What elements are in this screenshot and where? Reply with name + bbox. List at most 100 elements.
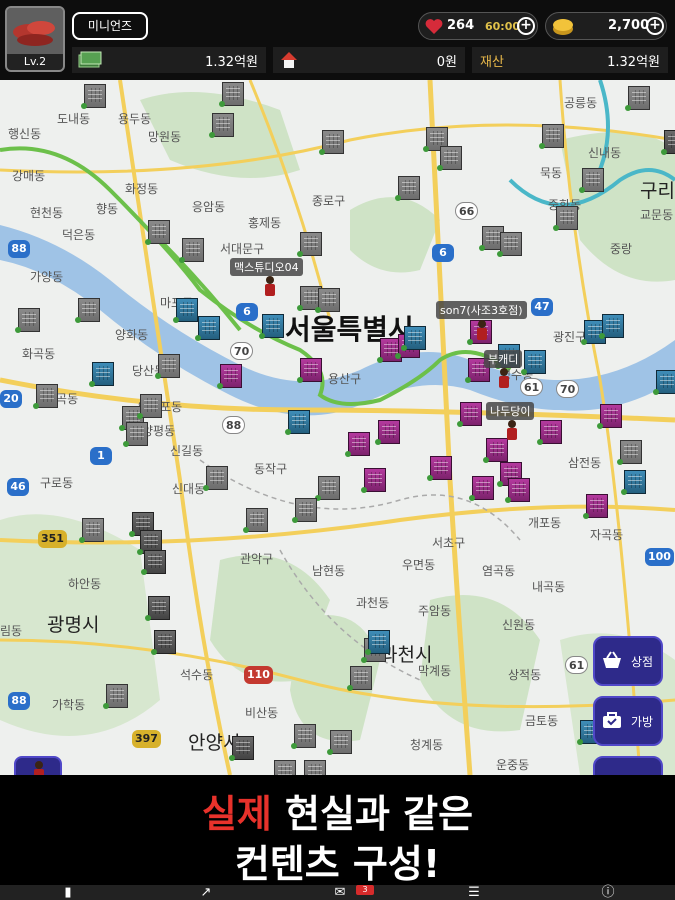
building-marker[interactable] [304,760,326,775]
building-marker[interactable] [15,308,40,333]
building-marker[interactable] [315,476,340,501]
building-marker[interactable] [145,596,170,621]
building-marker[interactable] [151,630,176,655]
promo-line-1-text: 현실과 같은 [271,792,474,836]
building-marker[interactable] [327,730,352,755]
building-marker-owned[interactable] [297,358,322,383]
building-marker[interactable] [437,146,462,171]
building-marker[interactable] [625,86,650,111]
building-marker-rival[interactable] [365,630,390,655]
map-pin-icon[interactable]: ▮ [58,885,78,900]
building-marker[interactable] [33,384,58,409]
building-marker[interactable] [79,518,104,543]
building-marker[interactable] [617,440,642,465]
building-marker-owned[interactable] [217,364,242,389]
building-marker-rival[interactable] [285,410,310,435]
building-marker[interactable] [661,130,675,155]
player-character-icon[interactable] [264,276,276,296]
map-label: 공릉동 [564,96,598,110]
building-marker[interactable] [203,466,228,491]
building-marker[interactable] [81,84,106,109]
map-label: 비산동 [245,706,279,720]
building-marker-rival[interactable] [599,314,624,339]
property-stat: 0원 [273,47,465,73]
route-badge: 61 [520,378,544,396]
route-badge: 1 [90,447,112,465]
building-marker-rival[interactable] [653,370,675,395]
route-badge: 6 [236,303,258,321]
avatar-image-icon [7,8,63,56]
map-label: 운중동 [496,758,530,772]
building-marker-owned[interactable] [345,432,370,457]
building-marker[interactable] [243,508,268,533]
city-map[interactable]: 도내동 용두동 공릉동 행신동 망원동 신내동 강매동 화정동 묵동 현천동 향… [0,80,675,775]
mail-icon[interactable]: ✉ [330,885,350,900]
building-marker-rival[interactable] [401,326,426,351]
building-marker[interactable] [291,724,316,749]
building-marker[interactable] [579,168,604,193]
building-marker-owned[interactable] [427,456,452,481]
building-marker[interactable] [347,666,372,691]
hearts-count: 264 [447,18,475,33]
shop-button[interactable]: 상점 [593,636,663,686]
building-marker[interactable] [315,288,340,313]
my-location-button[interactable] [14,756,62,775]
building-marker[interactable] [219,82,244,107]
player-name[interactable]: 미니언즈 [72,12,148,40]
player-character-icon[interactable] [498,368,510,388]
info-icon[interactable]: ⓘ [598,885,618,900]
building-marker-owned[interactable] [597,404,622,429]
building-marker-owned[interactable] [469,476,494,501]
promo-line-2: 컨텐츠 구성! [234,842,441,886]
building-marker[interactable] [155,354,180,379]
building-marker[interactable] [75,298,100,323]
building-marker-rival[interactable] [89,362,114,387]
player-avatar[interactable]: Lv.2 [5,6,65,72]
assets-stat: 재산 1.32억원 [472,47,668,73]
building-marker[interactable] [539,124,564,149]
building-marker[interactable] [145,220,170,245]
building-marker-rival[interactable] [259,314,284,339]
building-marker-rival[interactable] [621,470,646,495]
building-marker[interactable] [497,232,522,257]
building-marker[interactable] [319,130,344,155]
trend-icon[interactable]: ↗ [196,885,216,900]
map-label: 신길동 [170,444,204,458]
building-marker-rival[interactable] [521,350,546,375]
building-marker-rival[interactable] [173,298,198,323]
building-marker[interactable] [209,113,234,138]
route-badge: 351 [38,530,67,548]
add-gold-button[interactable]: + [646,17,664,35]
building-marker-owned[interactable] [537,420,562,445]
building-marker-owned[interactable] [583,494,608,519]
building-marker-owned[interactable] [375,420,400,445]
building-marker-owned[interactable] [457,402,482,427]
building-marker[interactable] [229,736,254,761]
building-marker[interactable] [179,238,204,263]
building-marker[interactable] [137,394,162,419]
building-marker-rival[interactable] [195,316,220,341]
bag-button[interactable]: 가방 [593,696,663,746]
gold-pill[interactable]: 2,700 + [545,12,667,40]
building-marker-owned[interactable] [483,438,508,463]
building-marker-owned[interactable] [505,478,530,503]
building-marker[interactable] [297,232,322,257]
player-character-icon[interactable] [476,320,488,340]
extra-side-button[interactable] [593,756,663,775]
route-badge: 88 [222,416,246,434]
building-marker[interactable] [103,684,128,709]
building-marker[interactable] [274,760,296,775]
route-badge: 397 [132,730,161,748]
building-marker[interactable] [141,550,166,575]
player-character-icon[interactable] [506,420,518,440]
building-marker[interactable] [123,422,148,447]
add-hearts-button[interactable]: + [517,17,535,35]
building-marker-owned[interactable] [361,468,386,493]
hearts-pill[interactable]: 264 60:00 + [418,12,538,40]
building-marker[interactable] [395,176,420,201]
map-label: 림동 [0,624,23,638]
map-label: 향동 [96,202,119,216]
list-icon[interactable]: ☰ [464,885,484,900]
building-marker[interactable] [553,206,578,231]
building-marker[interactable] [292,498,317,523]
